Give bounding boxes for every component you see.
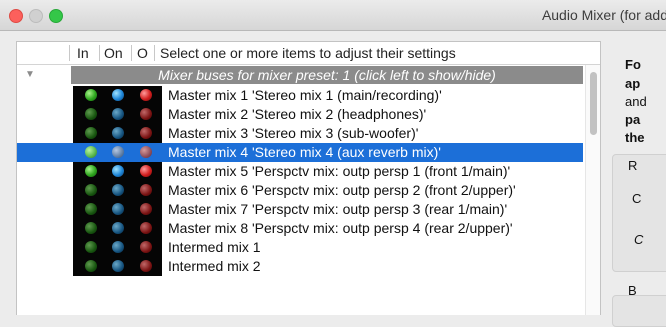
status-indicators [73, 86, 162, 105]
close-window-button[interactable] [9, 9, 23, 23]
input-indicator-icon[interactable] [85, 127, 97, 139]
on-indicator-icon[interactable] [112, 184, 124, 196]
row-label: Master mix 4 'Stereo mix 4 (aux reverb m… [168, 144, 441, 160]
output-indicator-icon[interactable] [140, 108, 152, 120]
table-row[interactable]: Master mix 2 'Stereo mix 2 (headphones)' [17, 105, 583, 124]
output-indicator-icon[interactable] [140, 241, 152, 253]
window-title: Audio Mixer (for add [541, 7, 666, 23]
row-label: Master mix 3 'Stereo mix 3 (sub-woofer)' [168, 125, 419, 141]
status-indicators [73, 124, 162, 143]
input-indicator-icon[interactable] [85, 165, 97, 177]
table-row[interactable]: Master mix 8 'Perspctv mix: outp persp 4… [17, 219, 583, 238]
column-separator [99, 45, 100, 61]
column-header-on[interactable]: On [104, 45, 123, 61]
input-indicator-icon[interactable] [85, 146, 97, 158]
title-bar: Audio Mixer (for add [0, 0, 666, 31]
row-label: Master mix 6 'Perspctv mix: outp persp 2… [168, 182, 516, 198]
on-indicator-icon[interactable] [112, 165, 124, 177]
status-indicators [73, 200, 162, 219]
status-indicators [73, 219, 162, 238]
row-label: Intermed mix 2 [168, 258, 261, 274]
output-indicator-icon[interactable] [140, 260, 152, 272]
on-indicator-icon[interactable] [112, 241, 124, 253]
table-row[interactable]: Master mix 4 'Stereo mix 4 (aux reverb m… [17, 143, 583, 162]
column-separator [154, 45, 155, 61]
status-indicators [73, 181, 162, 200]
row-label: Master mix 7 'Perspctv mix: outp persp 3… [168, 201, 508, 217]
on-indicator-icon[interactable] [112, 108, 124, 120]
settings-box [612, 295, 666, 327]
status-indicators [73, 238, 162, 257]
input-indicator-icon[interactable] [85, 241, 97, 253]
settings-panel: Fo ap and pa the R C C B [612, 41, 666, 327]
side-text: Fo [625, 57, 641, 72]
group-row[interactable]: ▼ Mixer buses for mixer preset: 1 (click… [17, 66, 583, 84]
output-indicator-icon[interactable] [140, 222, 152, 234]
input-indicator-icon[interactable] [85, 203, 97, 215]
status-indicators [73, 162, 162, 181]
column-header-in[interactable]: In [77, 45, 89, 61]
disclosure-triangle-icon[interactable]: ▼ [25, 69, 35, 80]
table-row[interactable]: Intermed mix 1 [17, 238, 583, 257]
table-row[interactable]: Master mix 7 'Perspctv mix: outp persp 3… [17, 200, 583, 219]
row-label: Master mix 5 'Perspctv mix: outp persp 1… [168, 163, 511, 179]
row-label: Master mix 1 'Stereo mix 1 (main/recordi… [168, 87, 442, 103]
on-indicator-icon[interactable] [112, 89, 124, 101]
zoom-window-button[interactable] [49, 9, 63, 23]
mixer-table: In On O Select one or more items to adju… [16, 41, 601, 315]
side-label: C [632, 191, 642, 206]
status-indicators [73, 143, 162, 162]
input-indicator-icon[interactable] [85, 260, 97, 272]
output-indicator-icon[interactable] [140, 203, 152, 215]
side-label: C [634, 232, 644, 247]
table-row[interactable]: Master mix 1 'Stereo mix 1 (main/recordi… [17, 86, 583, 105]
minimize-window-button[interactable] [29, 9, 43, 23]
settings-box [612, 154, 666, 272]
input-indicator-icon[interactable] [85, 222, 97, 234]
on-indicator-icon[interactable] [112, 127, 124, 139]
column-header-description[interactable]: Select one or more items to adjust their… [160, 45, 456, 61]
table-row[interactable]: Intermed mix 2 [17, 257, 583, 276]
side-text: ap [625, 76, 641, 91]
status-indicators [73, 257, 162, 276]
column-separator [131, 45, 132, 61]
on-indicator-icon[interactable] [112, 260, 124, 272]
status-indicators [73, 105, 162, 124]
row-label: Master mix 8 'Perspctv mix: outp persp 4… [168, 220, 513, 236]
on-indicator-icon[interactable] [112, 222, 124, 234]
output-indicator-icon[interactable] [140, 127, 152, 139]
scrollbar-thumb[interactable] [590, 72, 597, 135]
input-indicator-icon[interactable] [85, 184, 97, 196]
output-indicator-icon[interactable] [140, 146, 152, 158]
table-row[interactable]: Master mix 3 'Stereo mix 3 (sub-woofer)' [17, 124, 583, 143]
column-header-o[interactable]: O [137, 45, 148, 61]
side-text: the [625, 130, 645, 145]
side-text: and [625, 94, 647, 109]
row-label: Master mix 2 'Stereo mix 2 (headphones)' [168, 106, 427, 122]
input-indicator-icon[interactable] [85, 108, 97, 120]
side-text: pa [625, 112, 641, 127]
output-indicator-icon[interactable] [140, 184, 152, 196]
table-rows: Master mix 1 'Stereo mix 1 (main/recordi… [17, 86, 583, 276]
input-indicator-icon[interactable] [85, 89, 97, 101]
table-row[interactable]: Master mix 5 'Perspctv mix: outp persp 1… [17, 162, 583, 181]
vertical-scrollbar[interactable] [585, 65, 600, 315]
column-separator [69, 45, 70, 61]
output-indicator-icon[interactable] [140, 89, 152, 101]
group-label: Mixer buses for mixer preset: 1 (click l… [71, 66, 583, 84]
row-label: Intermed mix 1 [168, 239, 261, 255]
side-label: R [628, 158, 638, 173]
output-indicator-icon[interactable] [140, 165, 152, 177]
on-indicator-icon[interactable] [112, 146, 124, 158]
table-header: In On O Select one or more items to adju… [17, 42, 600, 65]
table-row[interactable]: Master mix 6 'Perspctv mix: outp persp 2… [17, 181, 583, 200]
on-indicator-icon[interactable] [112, 203, 124, 215]
